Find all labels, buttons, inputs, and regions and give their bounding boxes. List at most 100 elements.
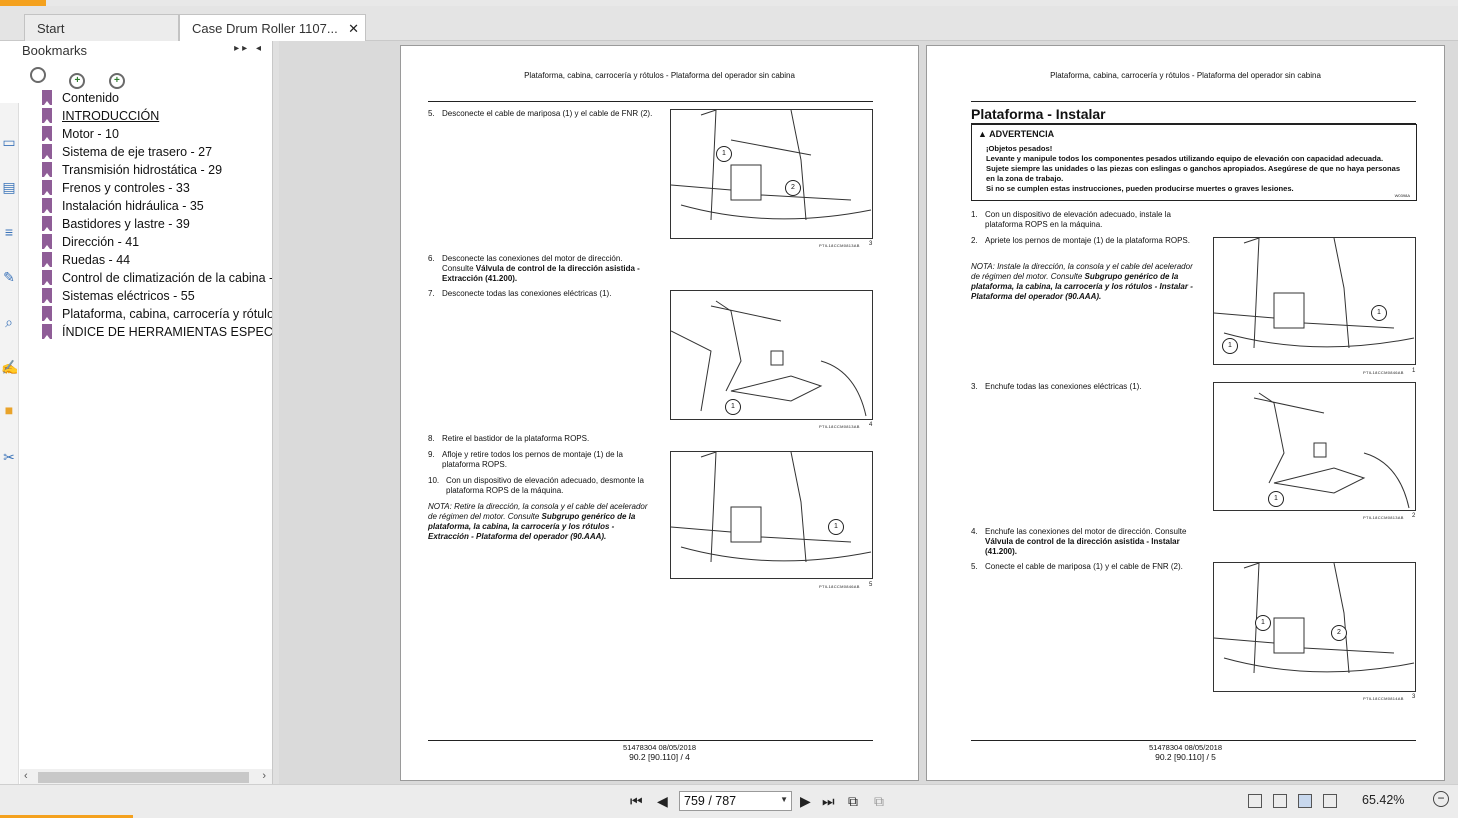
bookmark-label: INTRODUCCIÓN [62, 109, 160, 123]
continuous-facing-view-icon[interactable] [1323, 794, 1337, 808]
signature-icon[interactable]: ✍ [1, 358, 18, 376]
page-number-input[interactable]: 759 / 787 ▼ [679, 791, 792, 811]
bookmark-item[interactable]: ÍNDICE DE HERRAMIENTAS ESPECIAL [42, 323, 272, 341]
step-item: 8. Retire el bastidor de la plataforma RO… [428, 434, 653, 444]
step-number: 4. [971, 527, 978, 536]
step-number: 7. [428, 289, 435, 298]
bookmark-icon [42, 144, 52, 159]
step-item: 10. Con un dispositivo de elevación adecu… [428, 476, 653, 496]
layers-icon[interactable]: ▤ [1, 178, 17, 196]
previous-view-icon[interactable]: ⧉ [848, 793, 858, 810]
figure-image: 1 [670, 290, 873, 420]
lock-icon[interactable]: ■ [1, 401, 17, 419]
step-number: 5. [971, 562, 978, 571]
warning-code: W0398A [1394, 193, 1410, 198]
page-footer-number: 90.2 [90.110] / 5 [1155, 752, 1216, 762]
step-item: 5. Conecte el cable de mariposa (1) y el … [971, 562, 1196, 572]
figure-number: 3 [869, 241, 873, 247]
step-item: 2. Apriete los pernos de montaje (1) de l… [971, 236, 1196, 246]
bookmark-item[interactable]: Control de climatización de la cabina - [42, 269, 272, 287]
bookmark-item[interactable]: INTRODUCCIÓN [42, 107, 159, 125]
bookmark-item[interactable]: Dirección - 41 [42, 233, 139, 251]
bookmark-label: Sistemas eléctricos - 55 [62, 289, 195, 303]
continuous-view-icon[interactable] [1273, 794, 1287, 808]
bookmark-item[interactable]: Instalación hidráulica - 35 [42, 197, 204, 215]
bookmark-item[interactable]: Sistema de eje trasero - 27 [42, 143, 212, 161]
next-page-icon[interactable]: ▶ [800, 793, 811, 810]
callout-marker: 1 [1255, 615, 1271, 631]
bookmark-item[interactable]: Contenido [42, 89, 119, 107]
callout-marker: 1 [725, 399, 741, 415]
step-text: Retire el bastidor de la plataforma ROPS… [442, 434, 590, 443]
step-item: 9. Afloje y retire todos los pernos de mo… [428, 450, 653, 470]
bookmark-item[interactable]: Ruedas - 44 [42, 251, 130, 269]
tab-document[interactable]: Case Drum Roller 1107... ✕ [179, 14, 366, 41]
scroll-thumb[interactable] [38, 772, 249, 783]
panel-controls[interactable]: ▸▸ ◂ [234, 43, 264, 54]
step-number: 9. [428, 450, 435, 459]
expand-bookmark-icon[interactable] [30, 67, 46, 83]
figure-image: 1 2 [670, 109, 873, 239]
bookmark-item[interactable]: Bastidores y lastre - 39 [42, 215, 190, 233]
last-page-icon[interactable]: ⏭ [822, 793, 835, 810]
step-number: 6. [428, 254, 435, 263]
bookmark-item[interactable]: Frenos y controles - 33 [42, 179, 190, 197]
document-view: Plataforma, cabina, carrocería y rótulos… [279, 41, 1458, 784]
add-bookmark-icon[interactable]: + [69, 73, 86, 89]
step-item: 7. Desconecte todas las conexiones eléctr… [428, 289, 653, 299]
previous-page-icon[interactable]: ◀ [657, 793, 668, 810]
figure-number: 2 [1412, 513, 1416, 519]
bookmark-item[interactable]: Transmisión hidrostática - 29 [42, 161, 222, 179]
step-text: Con un dispositivo de elevación adecuado… [446, 476, 644, 495]
single-page-view-icon[interactable] [1248, 794, 1262, 808]
new-bookmark-icon[interactable]: + [108, 73, 125, 89]
facing-view-icon[interactable] [1298, 794, 1312, 808]
bookmark-icon [42, 270, 52, 285]
bookmark-label: Plataforma, cabina, carrocería y rótulos [62, 307, 272, 321]
warning-line: Levante y manipule todos los componentes… [986, 154, 1401, 183]
attachment-icon[interactable]: ⌕ [1, 313, 17, 331]
bookmark-label: Frenos y controles - 33 [62, 181, 190, 195]
step-reference[interactable]: Válvula de control de la dirección asist… [985, 537, 1180, 556]
step-text: Con un dispositivo de elevación adecuado… [985, 210, 1171, 229]
callout-marker: 2 [785, 180, 801, 196]
bookmark-item[interactable]: Motor - 10 [42, 125, 119, 143]
icon-rail: ▭ ▤ ≡ ✎ ⌕ ✍ ■ ✂ [0, 103, 19, 818]
figure-code: PTIL18CCM0814AB [1363, 696, 1404, 701]
step-number: 2. [971, 236, 978, 245]
first-page-icon[interactable]: ⏮ [630, 793, 643, 810]
page-footer-number: 90.2 [90.110] / 4 [629, 752, 690, 762]
header-rule [428, 101, 873, 102]
bookmark-list: Contenido INTRODUCCIÓN Motor - 10 Sistem… [20, 89, 272, 769]
step-text: Enchufe las conexiones del motor de dire… [985, 527, 1187, 536]
step-number: 5. [428, 109, 435, 118]
bookmark-item[interactable]: Sistemas eléctricos - 55 [42, 287, 195, 305]
bookmark-label: Control de climatización de la cabina - [62, 271, 272, 285]
step-item: 6. Desconecte las conexiones del motor de… [428, 254, 653, 284]
annotation-icon[interactable]: ✎ [1, 268, 17, 286]
footer-rule [971, 740, 1416, 741]
bookmark-label: Bastidores y lastre - 39 [62, 217, 190, 231]
bookmark-item[interactable]: Plataforma, cabina, carrocería y rótulos [42, 305, 272, 323]
scroll-left-icon[interactable]: ‹ [24, 770, 28, 782]
warning-line: Si no se cumplen estas instrucciones, pu… [986, 184, 1294, 193]
scroll-right-icon[interactable]: › [262, 770, 266, 782]
step-item: 4. Enchufe las conexiones del motor de di… [971, 527, 1196, 557]
bookmark-icon [42, 126, 52, 141]
step-number: 1. [971, 210, 978, 219]
zoom-out-button[interactable]: − [1433, 791, 1449, 807]
bookmark-icon [42, 306, 52, 321]
figure-code: PTIL18CCM0846AB [1363, 370, 1404, 375]
page-header: Plataforma, cabina, carrocería y rótulos… [1050, 71, 1321, 80]
page-thumbnail-icon[interactable]: ▭ [1, 133, 17, 151]
next-view-icon[interactable]: ⧉ [874, 793, 884, 810]
close-icon[interactable]: ✕ [348, 21, 359, 37]
zoom-level[interactable]: 65.42% [1362, 793, 1404, 807]
step-text: Afloje y retire todos los pernos de mont… [442, 450, 623, 469]
figure-image: 1 [1213, 382, 1416, 511]
stack-icon[interactable]: ≡ [1, 223, 17, 241]
tools-icon[interactable]: ✂ [1, 448, 17, 466]
tab-start[interactable]: Start [24, 14, 179, 41]
bookmarks-panel: Bookmarks ▸▸ ◂ ▭ ▤ ≡ ✎ ⌕ ✍ ■ ✂ + + Conte… [0, 41, 273, 818]
chevron-down-icon[interactable]: ▼ [780, 795, 788, 804]
